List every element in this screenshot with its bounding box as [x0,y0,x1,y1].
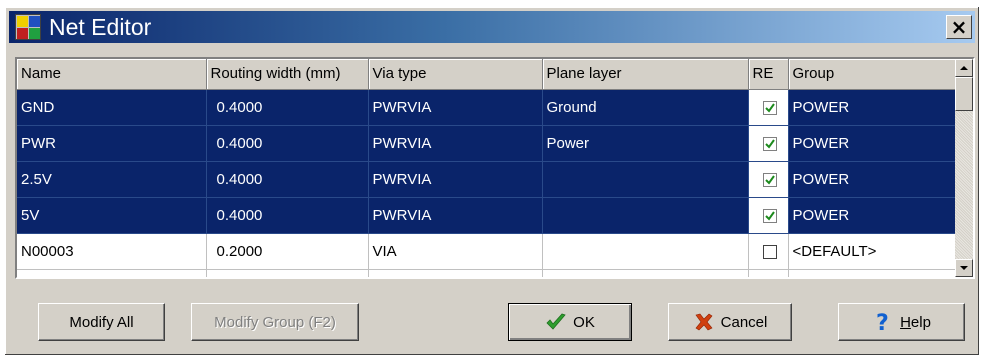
cell-via-type[interactable]: PWRVIA [368,197,543,234]
table-row-partial [17,269,958,277]
arrow-down-icon [960,266,968,270]
cell-re[interactable] [748,161,789,198]
column-header-plane-layer[interactable]: Plane layer [542,59,749,90]
cell-via-type[interactable]: VIA [368,233,543,270]
help-label: Help [900,314,931,331]
cell-re[interactable] [748,233,789,270]
cell-group[interactable]: POWER [788,161,958,198]
cell-routing-width[interactable]: 0.4000 [206,125,369,162]
column-header-name[interactable]: Name [17,59,207,90]
ok-label: OK [573,313,595,331]
vertical-scrollbar[interactable] [955,59,973,277]
re-checkbox[interactable] [763,100,777,115]
cell-plane-layer[interactable]: Ground [542,89,749,126]
cell-plane-layer[interactable]: Power [542,125,749,162]
cancel-button[interactable]: Cancel [668,303,792,341]
cell-group[interactable]: POWER [788,125,958,162]
empty-cell [748,269,789,277]
svg-text:?: ? [876,311,889,333]
cell-re[interactable] [748,89,789,126]
table-row[interactable]: N00003 0.2000 VIA <DEFAULT> [17,233,958,270]
app-icon [15,14,41,40]
empty-cell [206,269,369,277]
column-header-re[interactable]: RE [748,59,789,90]
cell-re[interactable] [748,125,789,162]
cell-via-type[interactable]: PWRVIA [368,125,543,162]
table-row[interactable]: 2.5V 0.4000 PWRVIA POWER [17,161,958,198]
cell-routing-width[interactable]: 0.4000 [206,89,369,126]
window-title: Net Editor [49,14,152,40]
cell-group[interactable]: POWER [788,89,958,126]
table-row[interactable]: GND 0.4000 PWRVIA Ground POWER [17,89,958,126]
question-mark-icon: ? [876,311,889,333]
help-label-rest: elp [910,313,931,331]
check-icon [765,138,775,149]
cell-plane-layer[interactable] [542,233,749,270]
cancel-x-icon [695,313,713,331]
cell-name[interactable]: PWR [17,125,207,162]
close-button[interactable]: × [946,15,972,39]
grid-header-row: Name Routing width (mm) Via type Plane l… [17,59,958,90]
title-bar[interactable]: Net Editor × [9,11,975,43]
column-header-via-type[interactable]: Via type [368,59,543,90]
modify-all-label: Modify All [69,313,134,331]
empty-cell [788,269,958,277]
cell-group[interactable]: <DEFAULT> [788,233,958,270]
empty-cell [17,269,207,277]
net-grid[interactable]: Name Routing width (mm) Via type Plane l… [15,57,975,279]
empty-cell [542,269,749,277]
check-icon [765,102,775,113]
scroll-up-button[interactable] [955,59,973,77]
scroll-down-button[interactable] [955,259,973,277]
re-checkbox[interactable] [763,172,777,187]
close-icon: × [950,15,968,39]
cell-name[interactable]: N00003 [17,233,207,270]
cell-routing-width[interactable]: 0.4000 [206,161,369,198]
cell-plane-layer[interactable] [542,197,749,234]
cancel-label: Cancel [720,313,768,331]
cell-routing-width[interactable]: 0.2000 [206,233,369,270]
help-label-mnemonic: H [900,313,911,331]
scroll-thumb[interactable] [955,77,973,111]
cell-name[interactable]: GND [17,89,207,126]
checkmark-icon [546,313,566,330]
help-button[interactable]: ? Help [838,303,965,341]
modify-group-button[interactable]: Modify Group (F2) [191,303,359,341]
cell-name[interactable]: 2.5V [17,161,207,198]
table-row[interactable]: 5V 0.4000 PWRVIA POWER [17,197,958,234]
re-checkbox[interactable] [763,244,777,259]
net-editor-dialog: Net Editor × Name Routing width (mm) Via… [4,6,980,356]
check-icon [765,174,775,185]
re-checkbox[interactable] [763,136,777,151]
arrow-up-icon [960,66,968,70]
empty-cell [368,269,543,277]
re-checkbox[interactable] [763,208,777,223]
column-header-group[interactable]: Group [788,59,958,90]
cell-via-type[interactable]: PWRVIA [368,161,543,198]
cell-via-type[interactable]: PWRVIA [368,89,543,126]
cell-routing-width[interactable]: 0.4000 [206,197,369,234]
modify-group-label: Modify Group (F2) [214,313,336,331]
cell-name[interactable]: 5V [17,197,207,234]
table-row[interactable]: PWR 0.4000 PWRVIA Power POWER [17,125,958,162]
cell-group[interactable]: POWER [788,197,958,234]
modify-all-button[interactable]: Modify All [38,303,165,341]
column-header-routing-width[interactable]: Routing width (mm) [206,59,369,90]
ok-button[interactable]: OK [508,303,632,341]
cell-plane-layer[interactable] [542,161,749,198]
cell-re[interactable] [748,197,789,234]
check-icon [765,210,775,221]
